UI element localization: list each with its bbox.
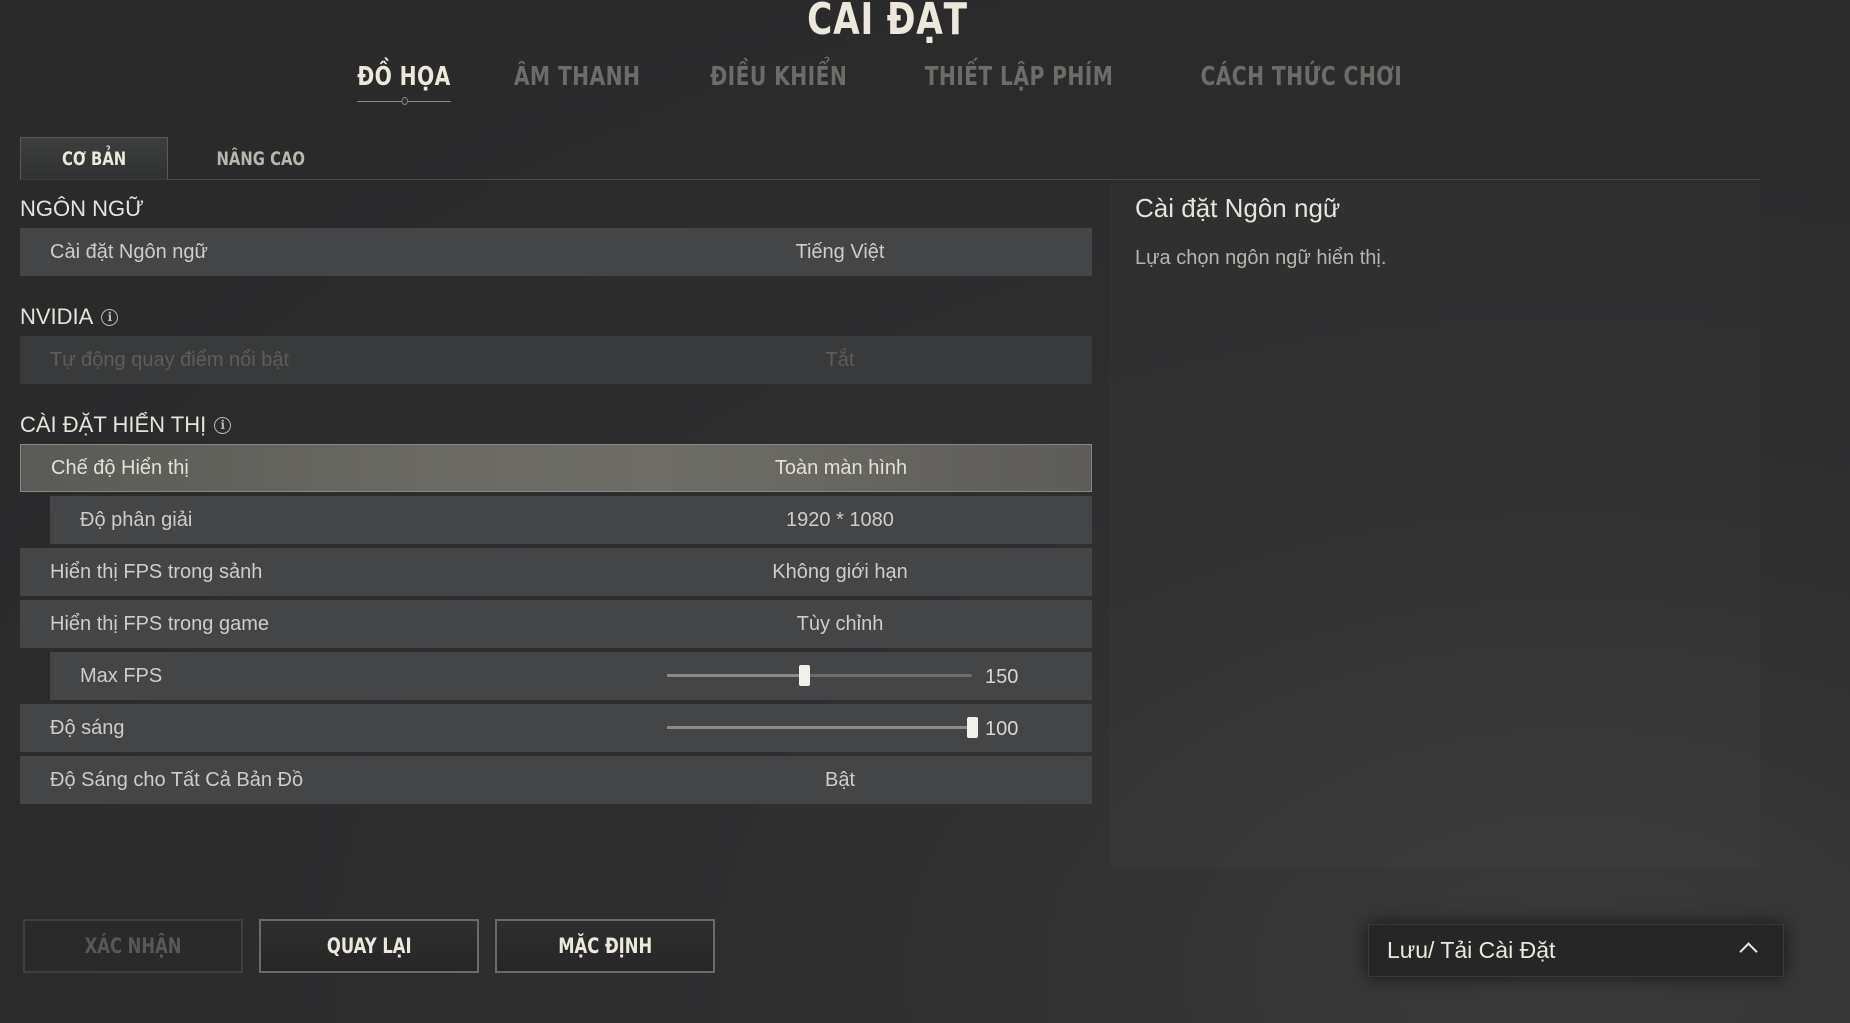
setting-value: Bật <box>824 768 856 791</box>
setting-row-fps-lobby[interactable]: Hiển thị FPS trong sảnh Không giới hạn <box>20 548 1092 596</box>
setting-value: Toàn màn hình <box>774 456 908 479</box>
setting-value: Không giới hạn <box>772 560 908 583</box>
save-load-label: Lưu/ Tải Cài Đặt <box>1387 937 1556 963</box>
default-button-label: MẶC ĐỊNH <box>558 934 652 958</box>
setting-label: Chế độ Hiển thị <box>51 456 189 479</box>
sub-tabs: CƠ BẢN NÂNG CAO <box>20 137 1760 180</box>
tab-controls[interactable]: ĐIỀU KHIỂN <box>693 62 864 92</box>
brightness-slider[interactable] <box>667 717 978 738</box>
subtab-basic-label: CƠ BẢN <box>61 147 127 170</box>
tab-keybindings[interactable]: THIẾT LẬP PHÍM <box>907 62 1130 92</box>
section-nvidia-label: NVIDIA <box>20 304 94 329</box>
tab-gameplay[interactable]: CÁCH THỨC CHƠI <box>1183 62 1419 92</box>
subtab-basic[interactable]: CƠ BẢN <box>20 137 168 180</box>
tab-graphics[interactable]: ĐỒ HỌA <box>340 62 468 105</box>
setting-label: Độ sáng <box>50 716 125 739</box>
section-language-title: NGÔN NGỮ <box>20 196 144 222</box>
info-icon[interactable]: i <box>101 308 119 326</box>
setting-label: Độ Sáng cho Tất Cả Bản Đồ <box>50 768 304 791</box>
subtab-advanced-label: NÂNG CAO <box>216 147 306 170</box>
setting-value: Tùy chỉnh <box>796 612 884 635</box>
subtab-advanced[interactable]: NÂNG CAO <box>190 137 332 180</box>
back-button[interactable]: QUAY LẠI <box>259 919 479 973</box>
setting-row-brightness: Độ sáng 100 <box>20 704 1092 752</box>
max-fps-slider[interactable] <box>667 665 972 686</box>
setting-label: Hiển thị FPS trong game <box>50 612 269 635</box>
setting-label: Max FPS <box>80 664 163 687</box>
save-load-settings-dropdown[interactable]: Lưu/ Tải Cài Đặt <box>1368 924 1784 977</box>
description-panel: Cài đặt Ngôn ngữ Lựa chọn ngôn ngữ hiển … <box>1110 183 1760 868</box>
back-button-label: QUAY LẠI <box>326 934 412 958</box>
setting-label: Độ phân giải <box>80 508 193 531</box>
setting-value: Tiếng Việt <box>795 240 885 263</box>
setting-row-auto-highlights: Tự động quay điểm nổi bật Tắt <box>20 336 1092 384</box>
setting-label: Cài đặt Ngôn ngữ <box>50 240 208 263</box>
setting-value: Tắt <box>825 348 855 371</box>
slider-value: 150 <box>985 666 1019 688</box>
page-title: CÀI ĐẶT <box>807 0 968 45</box>
setting-label: Tự động quay điểm nổi bật <box>50 348 290 371</box>
setting-row-display-mode[interactable]: Chế độ Hiển thị Toàn màn hình <box>20 444 1092 492</box>
confirm-button-label: XÁC NHẬN <box>84 934 182 958</box>
section-language-label: NGÔN NGỮ <box>20 196 144 221</box>
setting-label: Hiển thị FPS trong sảnh <box>50 560 263 583</box>
info-icon[interactable]: i <box>214 416 232 434</box>
chevron-up-icon <box>1739 942 1758 961</box>
slider-thumb[interactable] <box>799 665 811 686</box>
setting-row-brightness-all-maps[interactable]: Độ Sáng cho Tất Cả Bản Đồ Bật <box>20 756 1092 804</box>
setting-value: 1920 * 1080 <box>786 508 894 531</box>
tab-sound[interactable]: ÂM THANH <box>497 62 658 92</box>
section-nvidia-title: NVIDIA i <box>20 304 119 330</box>
section-display-title: CÀI ĐẶT HIỂN THỊ i <box>20 412 232 438</box>
slider-fill <box>667 674 805 677</box>
slider-value: 100 <box>985 718 1019 740</box>
setting-row-max-fps: Max FPS 150 <box>50 652 1092 700</box>
default-button[interactable]: MẶC ĐỊNH <box>495 919 715 973</box>
setting-row-resolution[interactable]: Độ phân giải 1920 * 1080 <box>50 496 1092 544</box>
slider-fill <box>667 726 972 729</box>
setting-row-fps-ingame[interactable]: Hiển thị FPS trong game Tùy chỉnh <box>20 600 1092 648</box>
slider-thumb[interactable] <box>967 717 978 738</box>
description-text: Lựa chọn ngôn ngữ hiển thị. <box>1135 247 1387 269</box>
main-tabs: ĐỒ HỌA ÂM THANH ĐIỀU KHIỂN THIẾT LẬP PHÍ… <box>0 62 1775 105</box>
confirm-button[interactable]: XÁC NHẬN <box>23 919 243 973</box>
description-title: Cài đặt Ngôn ngữ <box>1135 193 1341 223</box>
setting-row-language[interactable]: Cài đặt Ngôn ngữ Tiếng Việt <box>20 228 1092 276</box>
section-display-label: CÀI ĐẶT HIỂN THỊ <box>20 412 207 437</box>
